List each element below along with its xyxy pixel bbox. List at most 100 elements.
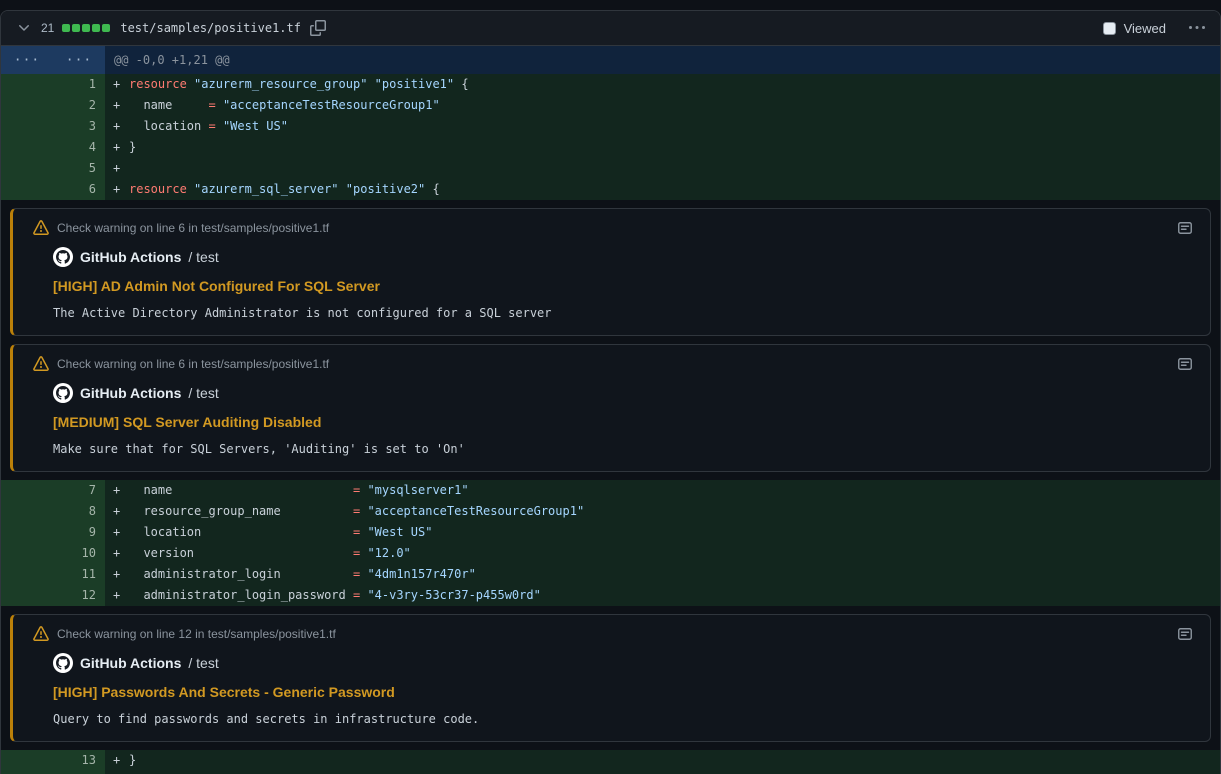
check-app-name: GitHub Actions <box>80 385 181 401</box>
code-token <box>187 182 194 196</box>
addition-marker: + <box>113 585 129 606</box>
warning-triangle-icon <box>33 626 49 642</box>
check-app-link[interactable]: GitHub Actions / test <box>53 247 1194 267</box>
addition-marker: + <box>113 74 129 95</box>
line-number-cell[interactable]: 10 <box>1 543 105 564</box>
code-line: + location = "West US" <box>105 522 1220 543</box>
code-token: } <box>129 140 136 154</box>
code-line: + version = "12.0" <box>105 543 1220 564</box>
annotation-body: GitHub Actions/ test[HIGH] Passwords And… <box>13 645 1210 741</box>
annotation-message: Make sure that for SQL Servers, 'Auditin… <box>53 441 1194 457</box>
check-app-link[interactable]: GitHub Actions/ test <box>53 653 1194 673</box>
code-token <box>339 182 346 196</box>
annotation-header: Check warning on line 6 in test/samples/… <box>13 345 1210 375</box>
line-number-cell[interactable]: 4 <box>1 137 105 158</box>
code-token: "positive2" <box>346 182 425 196</box>
check-app-link[interactable]: GitHub Actions/ test <box>53 383 1194 403</box>
diffstat-square <box>72 24 80 32</box>
viewed-control[interactable]: Viewed <box>1103 21 1166 36</box>
old-line-number <box>1 480 53 501</box>
code-token: administrator_login_password <box>129 588 353 602</box>
line-number-cell[interactable]: 11 <box>1 564 105 585</box>
annotation-note-icon <box>1177 356 1193 372</box>
addition-marker: + <box>113 480 129 501</box>
diff-content: ······@@ -0,0 +1,21 @@1+resource "azurer… <box>1 46 1220 774</box>
code-token: location <box>129 119 208 133</box>
old-line-number <box>1 158 53 179</box>
check-app-context: / test <box>188 249 218 265</box>
annotation-note-icon <box>1177 626 1193 642</box>
new-line-number: 9 <box>53 522 105 543</box>
new-line-number: 3 <box>53 116 105 137</box>
line-number-cell[interactable]: 6 <box>1 179 105 200</box>
file-path[interactable]: test/samples/positive1.tf <box>120 21 301 35</box>
new-line-number: 13 <box>53 750 105 771</box>
diff-line-row: 12+ administrator_login_password = "4-v3… <box>1 585 1220 606</box>
github-octocat-icon <box>56 250 70 264</box>
github-octocat-icon <box>56 386 70 400</box>
changes-count: 21 <box>41 21 54 35</box>
code-line: + administrator_login_password = "4-v3ry… <box>105 585 1220 606</box>
code-token: resource <box>129 77 187 91</box>
github-octocat-icon <box>56 656 70 670</box>
check-annotation-box: Check warning on line 6 in test/samples/… <box>10 208 1211 336</box>
code-token: location <box>129 525 353 539</box>
line-number-cell[interactable]: 8 <box>1 501 105 522</box>
old-line-number <box>1 585 53 606</box>
annotation-header: Check warning on line 6 in test/samples/… <box>13 209 1210 239</box>
code-token: "4-v3ry-53cr37-p455w0rd" <box>367 588 540 602</box>
annotation-message: The Active Directory Administrator is no… <box>53 305 1194 321</box>
copy-path-button[interactable] <box>309 19 327 37</box>
diff-line-row: 2+ name = "acceptanceTestResourceGroup1" <box>1 95 1220 116</box>
line-number-cell[interactable]: 2 <box>1 95 105 116</box>
code-line: +resource "azurerm_resource_group" "posi… <box>105 74 1220 95</box>
check-annotation-box: Check warning on line 12 in test/samples… <box>10 614 1211 742</box>
line-number-cell[interactable]: 3 <box>1 116 105 137</box>
code-token: "azurerm_resource_group" <box>194 77 367 91</box>
annotation-location-text: Check warning on line 12 in test/samples… <box>57 627 1168 641</box>
code-token <box>216 98 223 112</box>
code-token: "West US" <box>367 525 432 539</box>
code-token: "12.0" <box>367 546 410 560</box>
copy-icon <box>310 20 326 36</box>
addition-marker: + <box>113 179 129 200</box>
line-number-cell[interactable]: 12 <box>1 585 105 606</box>
old-line-number <box>1 522 53 543</box>
hunk-header-row: ······@@ -0,0 +1,21 @@ <box>1 46 1220 74</box>
addition-marker: + <box>113 501 129 522</box>
old-line-number <box>1 116 53 137</box>
line-number-cell[interactable]: 7 <box>1 480 105 501</box>
old-line-number <box>1 74 53 95</box>
code-token: resource_group_name <box>129 504 353 518</box>
new-line-number: 11 <box>53 564 105 585</box>
copy-annotation-button[interactable] <box>1176 355 1194 373</box>
line-number-cell[interactable]: 5 <box>1 158 105 179</box>
diff-line-row: 7+ name = "mysqlserver1" <box>1 480 1220 501</box>
diff-line-row: 11+ administrator_login = "4dm1n157r470r… <box>1 564 1220 585</box>
check-app-name: GitHub Actions <box>80 249 181 265</box>
diff-line-row: 13+} <box>1 750 1220 771</box>
copy-annotation-button[interactable] <box>1176 219 1194 237</box>
code-token: "West US" <box>223 119 288 133</box>
annotation-message: Query to find passwords and secrets in i… <box>53 711 1194 727</box>
viewed-checkbox[interactable] <box>1103 22 1116 35</box>
annotation-location-text: Check warning on line 6 in test/samples/… <box>57 357 1168 371</box>
old-line-number <box>1 543 53 564</box>
addition-marker: + <box>113 116 129 137</box>
code-token: "4dm1n157r470r" <box>367 567 475 581</box>
expand-hunk-control[interactable]: ······ <box>1 46 105 74</box>
copy-annotation-button[interactable] <box>1176 625 1194 643</box>
file-options-kebab-button[interactable] <box>1188 19 1206 37</box>
collapse-file-button[interactable] <box>15 19 33 37</box>
line-number-cell[interactable]: 1 <box>1 74 105 95</box>
viewed-label: Viewed <box>1124 21 1166 36</box>
line-number-cell[interactable]: 9 <box>1 522 105 543</box>
addition-marker: + <box>113 137 129 158</box>
code-line: + <box>105 158 1220 179</box>
line-number-cell[interactable]: 13 <box>1 750 105 771</box>
diff-line-row: 4 +} <box>1 137 1220 158</box>
kebab-horizontal-icon <box>1189 20 1205 36</box>
warning-triangle-icon <box>33 356 49 372</box>
addition-marker: + <box>113 95 129 116</box>
chevron-down-icon <box>16 20 32 36</box>
